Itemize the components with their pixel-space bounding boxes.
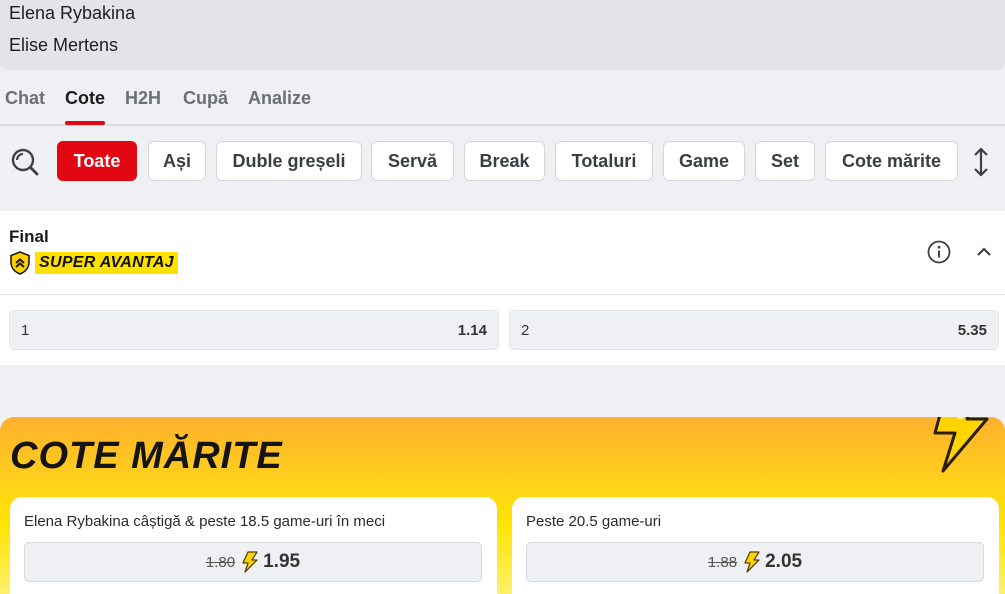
sort-icon[interactable] bbox=[970, 146, 992, 178]
outcome-label: 2 bbox=[521, 321, 530, 339]
boosted-card: Elena Rybakina câștigă & peste 18.5 game… bbox=[10, 497, 497, 594]
match-header: Elena Rybakina Elise Mertens bbox=[0, 0, 1005, 70]
old-odd: 1.80 bbox=[205, 553, 236, 571]
super-avantaj-badge: SUPER AVANTAJ bbox=[9, 251, 178, 275]
market-title: Final bbox=[9, 227, 49, 246]
filter-chip-duble-greseli[interactable]: Duble greșeli bbox=[216, 141, 362, 181]
filter-chip-serva[interactable]: Servă bbox=[371, 141, 454, 181]
filter-chip-toate[interactable]: Toate bbox=[57, 141, 137, 181]
odd-button-2[interactable]: 2 5.35 bbox=[509, 310, 999, 350]
boosted-selection: Peste 20.5 game-uri bbox=[526, 513, 662, 530]
filter-chip-cote-marite[interactable]: Cote mărite bbox=[825, 141, 958, 181]
filter-chip-game[interactable]: Game bbox=[663, 141, 745, 181]
tab-h2h[interactable]: H2H bbox=[125, 88, 161, 109]
boosted-odds-section: COTE MĂRITE Elena Rybakina câștigă & pes… bbox=[0, 417, 1005, 594]
odd-button-1[interactable]: 1 1.14 bbox=[9, 310, 499, 350]
super-avantaj-label: SUPER AVANTAJ bbox=[35, 252, 178, 274]
outcome-odd: 5.35 bbox=[957, 321, 987, 339]
boosted-odd-button[interactable]: 1.88 2.05 bbox=[526, 542, 984, 582]
outcome-odd: 1.14 bbox=[457, 321, 487, 339]
market-final: Final SUPER AVANTAJ 1 1.14 2 5.35 bbox=[0, 211, 1005, 365]
old-odd: 1.88 bbox=[707, 553, 738, 571]
boosted-card: Peste 20.5 game-uri 1.88 2.05 bbox=[512, 497, 999, 594]
filter-chip-totaluri[interactable]: Totaluri bbox=[555, 141, 653, 181]
tab-analize[interactable]: Analize bbox=[248, 88, 311, 109]
active-tab-indicator bbox=[65, 121, 105, 125]
filter-bar: Toate Ași Duble greșeli Servă Break Tota… bbox=[0, 140, 1005, 182]
new-odd: 2.05 bbox=[765, 551, 803, 572]
shield-icon bbox=[10, 251, 30, 275]
search-icon[interactable] bbox=[8, 142, 42, 180]
filter-chip-set[interactable]: Set bbox=[755, 141, 815, 181]
player-away: Elise Mertens bbox=[9, 35, 119, 55]
tab-chat[interactable]: Chat bbox=[5, 88, 45, 109]
tab-bar: Chat Cote H2H Cupă Analize bbox=[0, 78, 1005, 126]
divider bbox=[0, 294, 1005, 295]
player-home: Elena Rybakina bbox=[9, 3, 136, 23]
tab-cupa[interactable]: Cupă bbox=[183, 88, 228, 109]
new-odd: 1.95 bbox=[263, 551, 301, 572]
tab-cote[interactable]: Cote bbox=[65, 88, 105, 109]
boosted-odd-button[interactable]: 1.80 1.95 bbox=[24, 542, 482, 582]
lightning-icon bbox=[242, 551, 258, 573]
outcome-label: 1 bbox=[21, 321, 30, 339]
filter-chip-break[interactable]: Break bbox=[464, 141, 545, 181]
info-icon[interactable] bbox=[927, 240, 951, 264]
lightning-icon bbox=[744, 551, 760, 573]
boosted-selection: Elena Rybakina câștigă & peste 18.5 game… bbox=[24, 513, 386, 530]
chevron-up-icon[interactable] bbox=[974, 244, 994, 260]
boosted-title: COTE MĂRITE bbox=[10, 435, 283, 477]
filter-chip-asi[interactable]: Ași bbox=[148, 141, 206, 181]
lightning-icon bbox=[933, 417, 989, 473]
